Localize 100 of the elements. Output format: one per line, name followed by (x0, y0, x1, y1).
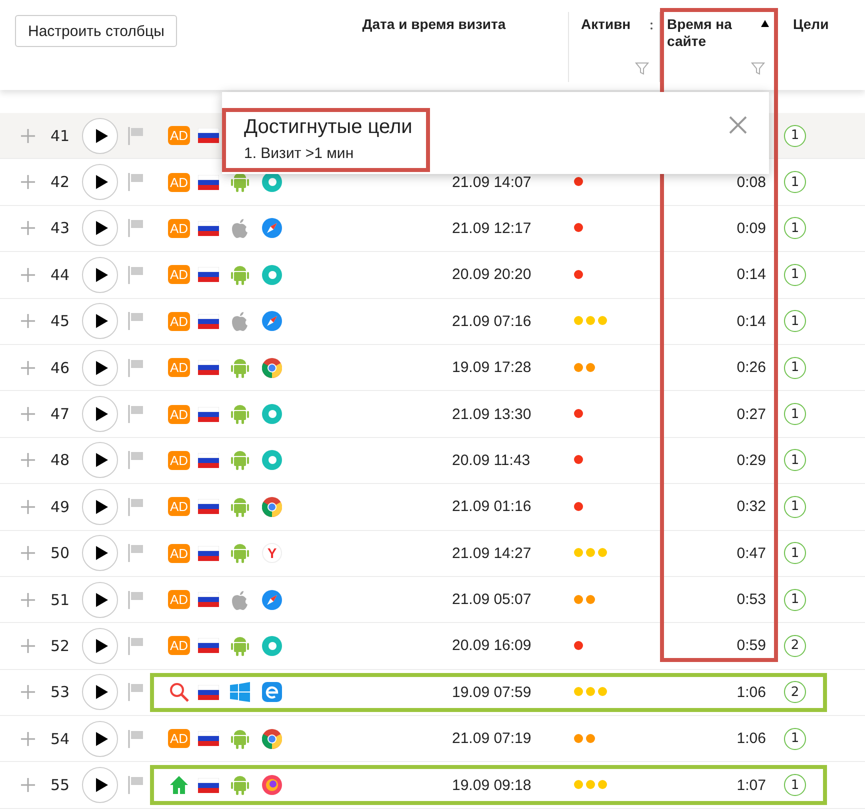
play-button[interactable] (82, 488, 118, 525)
goals-count[interactable]: 1 (784, 171, 806, 194)
table-row[interactable]: 51 AD 21.09 05:07 0:53 1 (0, 576, 865, 624)
filter-icon[interactable] (751, 62, 765, 75)
play-icon (96, 268, 108, 282)
column-header[interactable]: Цели (793, 16, 829, 32)
sort-icon[interactable] (761, 20, 769, 27)
expand-icon[interactable] (21, 268, 35, 282)
ring-icon (262, 450, 282, 470)
table-row[interactable]: 45 AD 21.09 07:16 0:14 1 (0, 298, 865, 345)
goals-count[interactable]: 1 (784, 217, 806, 240)
row-number: 48 (50, 451, 70, 470)
flag-icon[interactable] (128, 404, 144, 424)
goals-count[interactable]: 1 (784, 774, 806, 796)
expand-icon[interactable] (21, 221, 35, 236)
play-button[interactable] (82, 442, 118, 478)
expand-icon[interactable] (21, 592, 35, 607)
flag-icon[interactable] (128, 775, 144, 796)
goals-count[interactable]: 1 (784, 310, 806, 332)
play-icon (96, 500, 108, 514)
expand-icon[interactable] (21, 360, 35, 375)
goals-count[interactable]: 2 (784, 681, 806, 704)
flag-icon[interactable] (128, 543, 144, 564)
goals-count[interactable]: 1 (784, 449, 806, 472)
play-button[interactable] (82, 628, 118, 664)
goals-count[interactable]: 1 (784, 542, 806, 564)
table-row[interactable]: 43 AD 21.09 12:17 0:09 1 (0, 206, 865, 252)
expand-icon[interactable] (21, 778, 35, 792)
compass-icon (262, 218, 282, 238)
expand-icon[interactable] (21, 500, 35, 514)
play-button[interactable] (82, 164, 118, 200)
goals-count[interactable]: 1 (784, 588, 806, 611)
play-button[interactable] (82, 303, 118, 340)
table-row[interactable]: 44 AD 20.09 20:20 0:14 1 (0, 252, 865, 299)
play-button[interactable] (82, 582, 118, 618)
ring-icon (262, 404, 282, 424)
android-icon (231, 450, 249, 470)
columns-button[interactable]: Настроить столбцы (15, 15, 178, 47)
flag-icon[interactable] (128, 590, 144, 610)
column-header[interactable]: Дата и время визита (362, 12, 506, 32)
expand-icon[interactable] (21, 407, 35, 422)
flag-icon[interactable] (128, 264, 144, 285)
filter-icon[interactable] (635, 62, 649, 75)
column-header[interactable]: Время на сайте (667, 16, 747, 50)
expand-icon[interactable] (21, 685, 35, 700)
play-icon (96, 175, 108, 190)
flag-icon[interactable] (128, 358, 144, 378)
column-header[interactable]: Активн (581, 16, 631, 32)
expand-icon[interactable] (21, 546, 35, 560)
play-button[interactable] (82, 118, 118, 154)
flag-icon[interactable] (128, 682, 144, 702)
table-row[interactable]: 49 AD 21.09 01:16 0:32 1 (0, 484, 865, 531)
play-button[interactable] (82, 396, 118, 432)
play-button[interactable] (82, 256, 118, 293)
table-row[interactable]: 52 AD 20.09 16:09 0:59 2 (0, 623, 865, 670)
flag-icon[interactable] (128, 126, 144, 146)
flag-icon[interactable] (128, 636, 144, 656)
expand-icon[interactable] (21, 128, 35, 143)
time-on-site: 0:26 (736, 359, 766, 376)
play-icon (96, 407, 108, 422)
flag-icon[interactable] (128, 450, 144, 470)
play-icon (96, 360, 108, 375)
table-row[interactable]: 47 AD 21.09 13:30 0:27 1 (0, 391, 865, 438)
play-button[interactable] (82, 674, 118, 710)
flag-icon[interactable] (128, 728, 144, 749)
expand-icon[interactable] (21, 314, 35, 328)
table-row[interactable]: 55 19.09 09:18 1:07 1 (0, 762, 865, 809)
flag-icon[interactable] (128, 496, 144, 517)
play-icon (96, 453, 108, 468)
flag-icon[interactable] (128, 218, 144, 238)
table-row[interactable]: 53 19.09 07:59 1:06 2 (0, 670, 865, 716)
table-row[interactable]: 54 AD 21.09 07:19 1:06 1 (0, 716, 865, 762)
table-row[interactable]: 48 AD 20.09 11:43 0:29 1 (0, 438, 865, 484)
flag-icon[interactable] (128, 311, 144, 332)
expand-icon[interactable] (21, 175, 35, 190)
play-button[interactable] (82, 350, 118, 386)
close-icon[interactable] (729, 116, 747, 134)
expand-icon[interactable] (21, 732, 35, 746)
table-row[interactable]: 46 AD 19.09 17:28 0:26 1 (0, 344, 865, 392)
ad-badge: AD (168, 497, 190, 516)
play-button[interactable] (82, 720, 118, 757)
row-number: 41 (50, 126, 70, 145)
goals-count[interactable]: 1 (784, 728, 806, 750)
goals-count[interactable]: 1 (784, 264, 806, 286)
russia-flag-icon (198, 314, 218, 329)
play-button[interactable] (82, 535, 118, 572)
expand-icon[interactable] (21, 638, 35, 653)
flag-icon[interactable] (128, 172, 144, 192)
goals-count[interactable]: 1 (784, 403, 806, 426)
play-button[interactable] (82, 767, 118, 804)
goals-count[interactable]: 1 (784, 356, 806, 379)
goals-count[interactable]: 1 (784, 124, 806, 147)
goals-count[interactable]: 1 (784, 496, 806, 518)
goals-count[interactable]: 2 (784, 634, 806, 657)
time-on-site: 0:47 (736, 544, 766, 562)
play-button[interactable] (82, 210, 118, 246)
time-on-site: 0:08 (736, 174, 766, 191)
expand-icon[interactable] (21, 453, 35, 468)
resize-handle-icon[interactable] (650, 22, 653, 30)
table-row[interactable]: 50 AD Y 21.09 14:27 0:47 1 (0, 530, 865, 577)
